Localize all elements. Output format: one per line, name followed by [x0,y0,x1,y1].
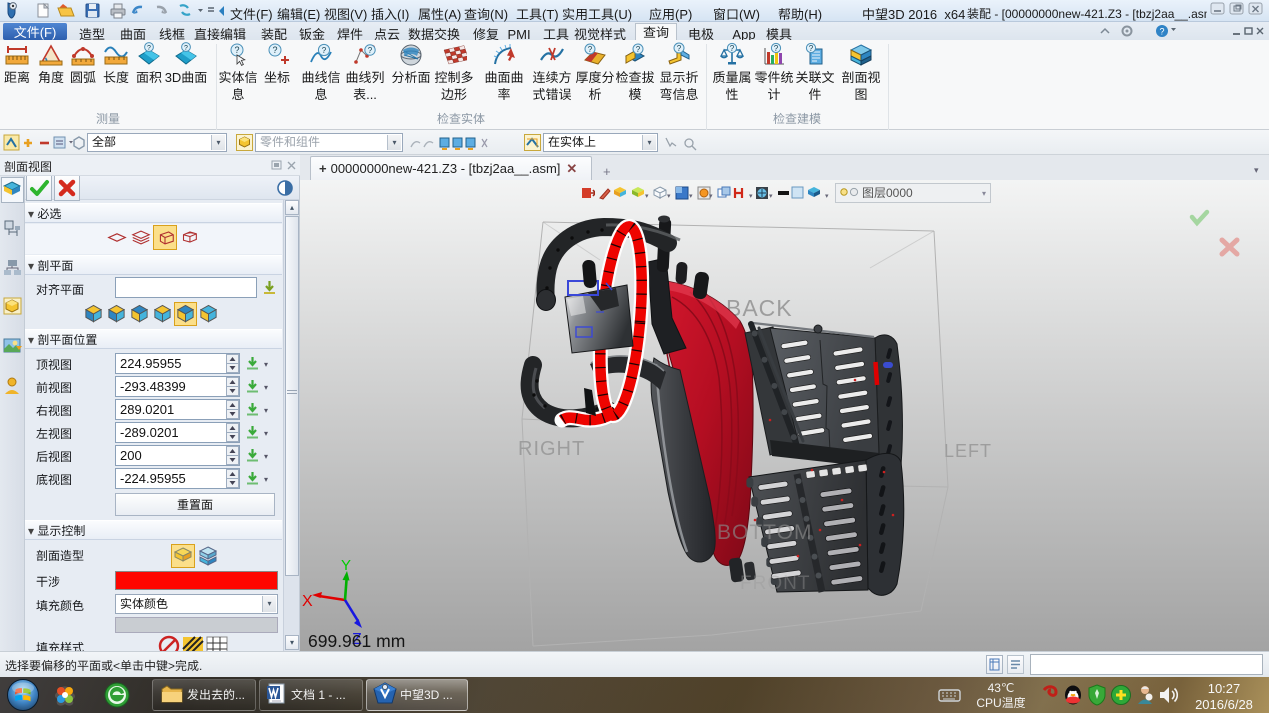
svg-text:?: ? [730,44,735,53]
svg-text:BOTTOM: BOTTOM [717,521,812,544]
svg-text:X: X [302,593,313,610]
svg-text:?: ? [774,44,779,53]
svg-text:?: ? [272,45,277,55]
svg-text:LEFT: LEFT [944,441,992,461]
svg-text:?: ? [147,45,151,52]
svg-text:FRONT: FRONT [740,573,810,594]
svg-text:?: ? [1159,27,1164,37]
svg-text:RIGHT: RIGHT [518,438,585,460]
svg-text:?: ? [809,44,814,53]
svg-text:?: ? [322,46,327,55]
svg-text:?: ? [588,45,593,54]
svg-text:?: ? [368,46,373,55]
svg-text:?: ? [636,45,641,54]
svg-text:?: ? [184,45,188,52]
svg-text:699.961 mm: 699.961 mm [308,631,405,651]
svg-text:Y: Y [341,557,351,574]
svg-text:?: ? [677,44,682,53]
svg-text:?: ? [234,45,239,55]
